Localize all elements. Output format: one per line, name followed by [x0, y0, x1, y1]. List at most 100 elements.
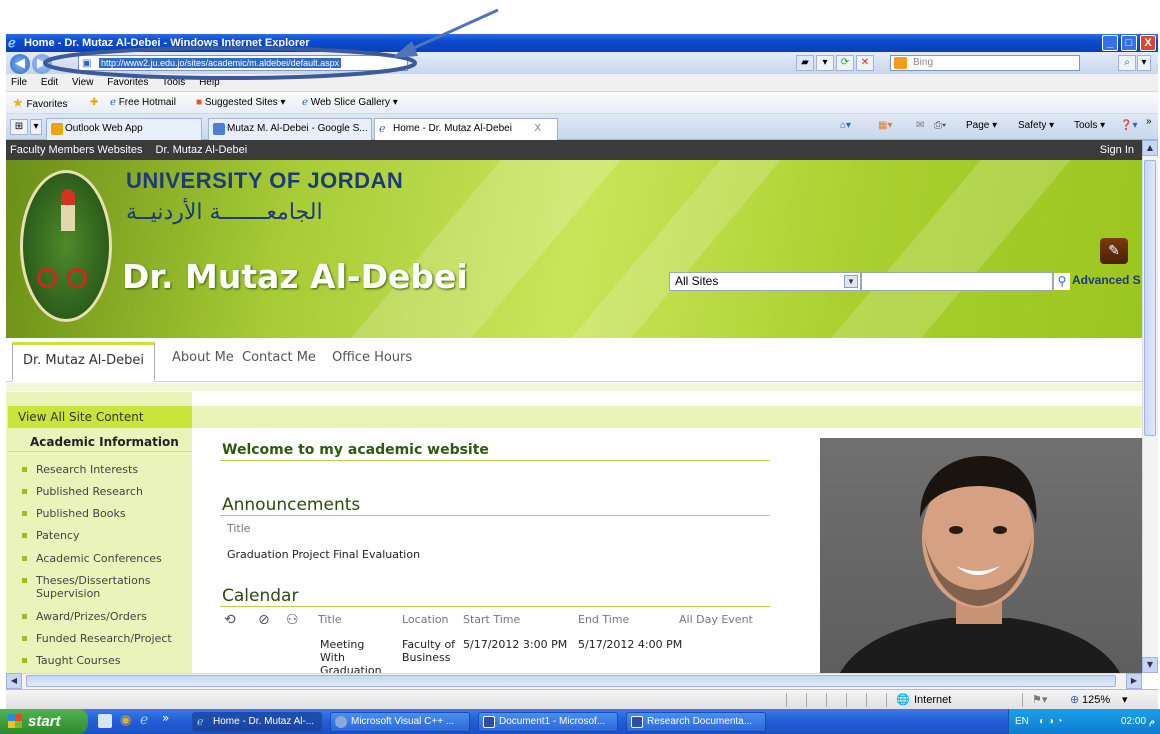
- show-desktop-icon[interactable]: [98, 714, 112, 728]
- help-icon[interactable]: ❓▾: [1120, 120, 1137, 131]
- tray-icons[interactable]: ◐ ◑ ◔: [1039, 709, 1063, 734]
- toplink-about-me[interactable]: About Me: [172, 350, 234, 365]
- address-input[interactable]: ▣ http://www2.ju.edu.jo/sites/academic/m…: [78, 55, 408, 71]
- toplink-office-hours[interactable]: Office Hours: [332, 350, 412, 365]
- calendar-col-start[interactable]: Start Time: [463, 613, 520, 626]
- scroll-up-button[interactable]: ▲: [1142, 140, 1158, 156]
- scroll-left-button[interactable]: ◀: [6, 673, 22, 689]
- feeds-icon[interactable]: ▦▾: [878, 120, 892, 131]
- chrome-icon[interactable]: ◉: [120, 713, 131, 728]
- tab-google-label: Mutaz M. Al-Debei - Google S...: [227, 123, 368, 134]
- calendar-heading[interactable]: Calendar: [222, 586, 298, 606]
- ql-taught-courses[interactable]: Taught Courses: [20, 654, 188, 667]
- calendar-row-title[interactable]: Meeting With Graduation: [320, 638, 382, 673]
- scroll-down-button[interactable]: ▼: [1142, 657, 1158, 673]
- ql-published-research[interactable]: Published Research: [20, 485, 188, 498]
- site-search-input[interactable]: [861, 272, 1053, 291]
- fav-link-webslice[interactable]: ℯ Web Slice Gallery ▾: [302, 92, 398, 114]
- maximize-button[interactable]: □: [1121, 35, 1137, 51]
- advanced-search-link[interactable]: Advanced S: [1072, 273, 1141, 287]
- google-scholar-icon: [213, 123, 225, 135]
- search-input[interactable]: Bing: [890, 55, 1080, 71]
- ql-funded-research[interactable]: Funded Research/Project: [20, 632, 188, 645]
- ql-awards[interactable]: Award/Prizes/Orders: [20, 610, 188, 623]
- sign-in-link[interactable]: Sign In: [1100, 140, 1134, 160]
- window-title-bar[interactable]: ℯ Home - Dr. Mutaz Al-Debei - Windows In…: [6, 34, 1158, 52]
- add-favorite-icon[interactable]: ✚: [90, 92, 98, 114]
- announcements-col-title[interactable]: Title: [227, 522, 251, 535]
- breadcrumb-faculty[interactable]: Faculty Members Websites: [10, 144, 142, 156]
- minimize-button[interactable]: _: [1102, 35, 1118, 51]
- toplink-home[interactable]: Dr. Mutaz Al-Debei: [12, 342, 155, 382]
- tab-row: ⊞ ▾ Outlook Web App Mutaz M. Al-Debei - …: [6, 114, 1158, 140]
- forward-button[interactable]: ▶: [32, 54, 52, 74]
- menu-help[interactable]: Help: [199, 77, 220, 88]
- menu-tools[interactable]: Tools: [162, 77, 185, 88]
- vertical-scroll-thumb[interactable]: [1144, 160, 1156, 436]
- menu-favorites[interactable]: Favorites: [107, 77, 148, 88]
- site-search-icon[interactable]: ⚲: [1054, 273, 1070, 290]
- taskbar-item-research-doc[interactable]: Research Documenta...: [626, 712, 766, 732]
- site-help-icon[interactable]: ✎: [1100, 238, 1128, 264]
- tab-outlook[interactable]: Outlook Web App: [46, 118, 202, 140]
- chevron-right-icon[interactable]: »: [1146, 116, 1152, 127]
- ql-academic-conferences[interactable]: Academic Conferences: [20, 552, 188, 565]
- calendar-col-end[interactable]: End Time: [578, 613, 629, 626]
- view-all-site-content-link[interactable]: View All Site Content: [8, 406, 192, 428]
- zoom-level[interactable]: 125%: [1082, 690, 1110, 710]
- tools-menu[interactable]: Tools ▾: [1074, 120, 1105, 131]
- tab-close-icon[interactable]: X: [534, 119, 541, 139]
- ql-theses-supervision[interactable]: Theses/Dissertations Supervision: [20, 574, 188, 600]
- language-indicator[interactable]: EN: [1015, 709, 1029, 734]
- search-scope-select[interactable]: All Sites ▼: [669, 272, 861, 291]
- horizontal-scroll-thumb[interactable]: [26, 675, 1116, 687]
- taskbar-item-ie[interactable]: ℯ Home - Dr. Mutaz Al-...: [192, 712, 322, 732]
- tab-google-scholar[interactable]: Mutaz M. Al-Debei - Google S...: [208, 118, 372, 140]
- quicklaunch-overflow-icon[interactable]: »: [162, 711, 169, 725]
- favorites-button[interactable]: ★ Favorites: [12, 92, 68, 116]
- toplink-contact-me[interactable]: Contact Me: [242, 350, 316, 365]
- quick-tabs-icon[interactable]: ⊞: [10, 119, 28, 135]
- safety-menu[interactable]: Safety ▾: [1018, 120, 1054, 131]
- calendar-col-location[interactable]: Location: [402, 613, 449, 626]
- taskbar-item-visual-cpp[interactable]: Microsoft Visual C++ ...: [330, 712, 470, 732]
- clock[interactable]: 02:00 م: [1121, 709, 1155, 734]
- breadcrumb-site[interactable]: Dr. Mutaz Al-Debei: [156, 144, 248, 156]
- address-dropdown-icon[interactable]: ▾: [816, 55, 834, 71]
- ql-patency[interactable]: Patency: [20, 529, 188, 542]
- back-button[interactable]: ◀: [10, 54, 30, 74]
- search-go-icon[interactable]: ⌕: [1118, 55, 1136, 71]
- mail-icon[interactable]: ✉: [916, 120, 924, 131]
- site-title[interactable]: Dr. Mutaz Al-Debei: [122, 257, 468, 296]
- ie-quicklaunch-icon[interactable]: ℯ: [140, 712, 148, 728]
- zoom-dropdown-icon[interactable]: ▾: [1122, 690, 1128, 710]
- ql-published-books[interactable]: Published Books: [20, 507, 188, 520]
- stop-icon[interactable]: ✕: [856, 55, 874, 71]
- taskbar-item-document1-label: Document1 - Microsof...: [499, 716, 606, 727]
- fav-link-suggested[interactable]: ■ Suggested Sites ▾: [196, 92, 285, 114]
- protected-mode-icon[interactable]: ⚑▾: [1032, 690, 1047, 710]
- tab-list-icon[interactable]: ▾: [30, 119, 42, 135]
- announcement-item[interactable]: Graduation Project Final Evaluation: [227, 548, 420, 561]
- search-options-icon[interactable]: ▾: [1137, 55, 1151, 71]
- announcements-heading[interactable]: Announcements: [222, 495, 360, 515]
- tab-home[interactable]: ℯ Home - Dr. Mutaz Al-Debei X: [374, 118, 558, 140]
- menu-file[interactable]: File: [11, 77, 27, 88]
- close-window-button[interactable]: X: [1140, 35, 1156, 51]
- fav-link-hotmail[interactable]: ℯ Free Hotmail: [110, 92, 176, 114]
- print-icon[interactable]: ⎙▾: [934, 120, 946, 131]
- start-button[interactable]: start: [0, 709, 88, 734]
- calendar-col-allday[interactable]: All Day Event: [679, 613, 753, 626]
- page-menu[interactable]: Page ▾: [966, 120, 997, 131]
- menu-view[interactable]: View: [72, 77, 94, 88]
- refresh-icon[interactable]: ⟳: [836, 55, 854, 71]
- home-icon[interactable]: ⌂▾: [840, 120, 851, 131]
- ql-research-interests[interactable]: Research Interests: [20, 463, 188, 476]
- compatibility-view-icon[interactable]: ▰: [796, 55, 814, 71]
- quick-launch-heading[interactable]: Academic Information: [8, 432, 192, 452]
- taskbar-item-document1[interactable]: Document1 - Microsof...: [478, 712, 618, 732]
- scroll-right-button[interactable]: ▶: [1126, 673, 1142, 689]
- security-zone[interactable]: Internet: [914, 690, 951, 710]
- menu-edit[interactable]: Edit: [41, 77, 58, 88]
- calendar-col-title[interactable]: Title: [318, 613, 342, 626]
